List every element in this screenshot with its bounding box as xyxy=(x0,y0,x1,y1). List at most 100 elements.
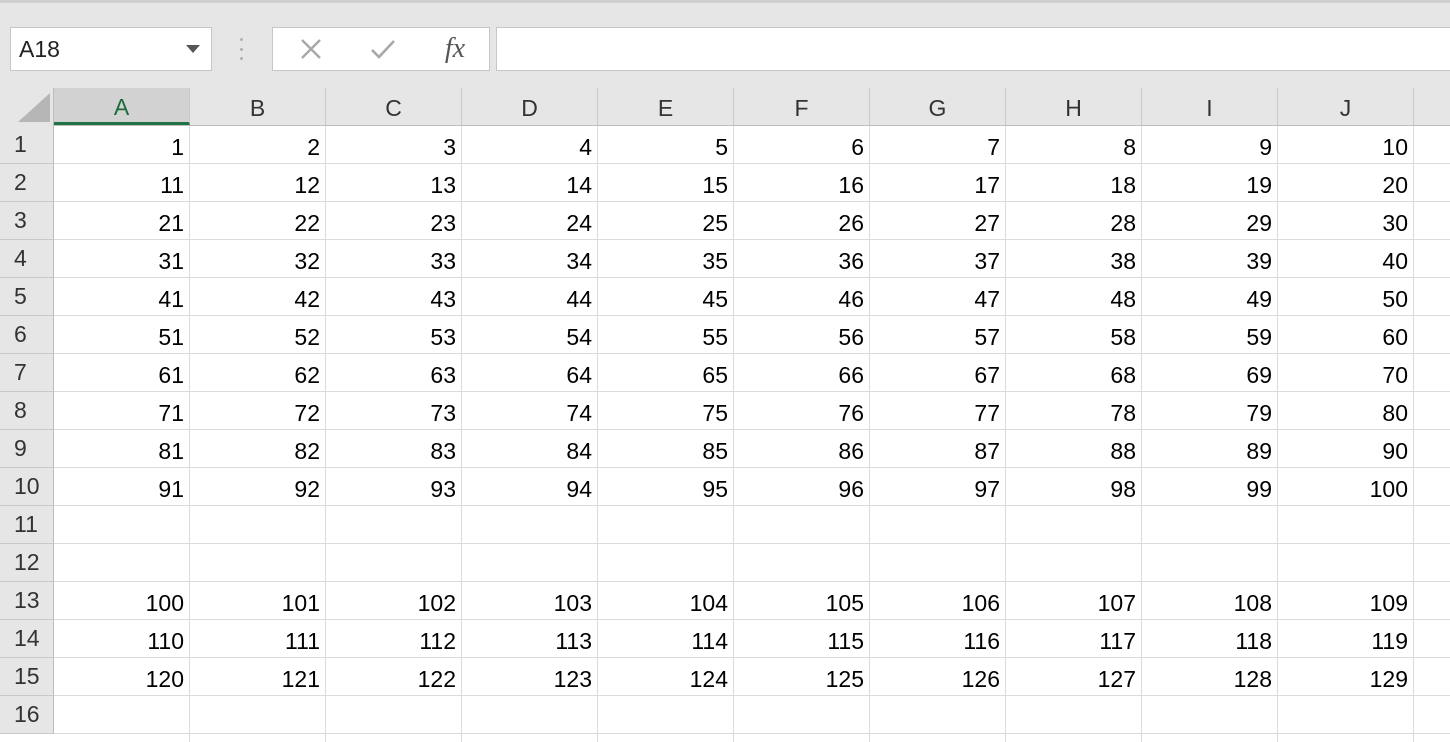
column-header-a[interactable]: A xyxy=(54,88,190,125)
row-header-9[interactable]: 9 xyxy=(0,430,54,468)
cell-a12[interactable] xyxy=(54,544,190,582)
cell-a9[interactable]: 81 xyxy=(54,430,190,468)
cell-a8[interactable]: 71 xyxy=(54,392,190,430)
column-header-c[interactable]: C xyxy=(326,88,462,125)
cell-b1[interactable]: 2 xyxy=(190,126,326,164)
cell-f12[interactable] xyxy=(734,544,870,582)
x-icon[interactable] xyxy=(291,28,331,70)
cell-h13[interactable]: 107 xyxy=(1006,582,1142,620)
cell-d9[interactable]: 84 xyxy=(462,430,598,468)
cell-j1[interactable]: 10 xyxy=(1278,126,1414,164)
row-header-11[interactable]: 11 xyxy=(0,506,54,544)
cell-d16[interactable] xyxy=(462,696,598,734)
cell-a10[interactable]: 91 xyxy=(54,468,190,506)
cell-f8[interactable]: 76 xyxy=(734,392,870,430)
row-header-5[interactable]: 5 xyxy=(0,278,54,316)
cell-h15[interactable]: 127 xyxy=(1006,658,1142,696)
cell-j9[interactable]: 90 xyxy=(1278,430,1414,468)
row-header-12[interactable]: 12 xyxy=(0,544,54,582)
cell-d14[interactable]: 113 xyxy=(462,620,598,658)
cell-a2[interactable]: 11 xyxy=(54,164,190,202)
name-box-value[interactable]: A18 xyxy=(11,36,175,63)
cell-j5[interactable]: 50 xyxy=(1278,278,1414,316)
cell-j16[interactable] xyxy=(1278,696,1414,734)
cell-h1[interactable]: 8 xyxy=(1006,126,1142,164)
cell-g6[interactable]: 57 xyxy=(870,316,1006,354)
row-header-3[interactable]: 3 xyxy=(0,202,54,240)
cell-j8[interactable]: 80 xyxy=(1278,392,1414,430)
cell-a4[interactable]: 31 xyxy=(54,240,190,278)
cell-b3[interactable]: 22 xyxy=(190,202,326,240)
cell-c10[interactable]: 93 xyxy=(326,468,462,506)
cell-g1[interactable]: 7 xyxy=(870,126,1006,164)
cell-g12[interactable] xyxy=(870,544,1006,582)
cell-h8[interactable]: 78 xyxy=(1006,392,1142,430)
cell-f7[interactable]: 66 xyxy=(734,354,870,392)
cell-h10[interactable]: 98 xyxy=(1006,468,1142,506)
cell-a6[interactable]: 51 xyxy=(54,316,190,354)
cell-g15[interactable]: 126 xyxy=(870,658,1006,696)
cell-j12[interactable] xyxy=(1278,544,1414,582)
cell-f10[interactable]: 96 xyxy=(734,468,870,506)
cell-j15[interactable]: 129 xyxy=(1278,658,1414,696)
cell-d7[interactable]: 64 xyxy=(462,354,598,392)
check-icon[interactable] xyxy=(363,28,403,70)
cell-e12[interactable] xyxy=(598,544,734,582)
cell-b14[interactable]: 111 xyxy=(190,620,326,658)
cell-j10[interactable]: 100 xyxy=(1278,468,1414,506)
cell-d1[interactable]: 4 xyxy=(462,126,598,164)
cell-b12[interactable] xyxy=(190,544,326,582)
cell-b11[interactable] xyxy=(190,506,326,544)
cell-h12[interactable] xyxy=(1006,544,1142,582)
cell-e10[interactable]: 95 xyxy=(598,468,734,506)
cell-j11[interactable] xyxy=(1278,506,1414,544)
cell-e3[interactable]: 25 xyxy=(598,202,734,240)
cell-f1[interactable]: 6 xyxy=(734,126,870,164)
cell-g11[interactable] xyxy=(870,506,1006,544)
column-header-j[interactable]: J xyxy=(1278,88,1414,125)
cell-j3[interactable]: 30 xyxy=(1278,202,1414,240)
cell-i14[interactable]: 118 xyxy=(1142,620,1278,658)
cell-c1[interactable]: 3 xyxy=(326,126,462,164)
cell-b13[interactable]: 101 xyxy=(190,582,326,620)
cell-e2[interactable]: 15 xyxy=(598,164,734,202)
cell-f11[interactable] xyxy=(734,506,870,544)
cell-g10[interactable]: 97 xyxy=(870,468,1006,506)
cell-f2[interactable]: 16 xyxy=(734,164,870,202)
cell-b10[interactable]: 92 xyxy=(190,468,326,506)
cell-h5[interactable]: 48 xyxy=(1006,278,1142,316)
cell-c13[interactable]: 102 xyxy=(326,582,462,620)
cell-i3[interactable]: 29 xyxy=(1142,202,1278,240)
cell-d11[interactable] xyxy=(462,506,598,544)
cell-g2[interactable]: 17 xyxy=(870,164,1006,202)
cell-h6[interactable]: 58 xyxy=(1006,316,1142,354)
row-header-10[interactable]: 10 xyxy=(0,468,54,506)
cell-b5[interactable]: 42 xyxy=(190,278,326,316)
cell-i7[interactable]: 69 xyxy=(1142,354,1278,392)
row-header-1[interactable]: 1 xyxy=(0,126,54,164)
cell-d2[interactable]: 14 xyxy=(462,164,598,202)
cell-c6[interactable]: 53 xyxy=(326,316,462,354)
cell-h3[interactable]: 28 xyxy=(1006,202,1142,240)
row-header-13[interactable]: 13 xyxy=(0,582,54,620)
column-header-d[interactable]: D xyxy=(462,88,598,125)
cell-d3[interactable]: 24 xyxy=(462,202,598,240)
cell-b4[interactable]: 32 xyxy=(190,240,326,278)
cell-i2[interactable]: 19 xyxy=(1142,164,1278,202)
cell-b6[interactable]: 52 xyxy=(190,316,326,354)
cell-j4[interactable]: 40 xyxy=(1278,240,1414,278)
column-header-i[interactable]: I xyxy=(1142,88,1278,125)
cell-c15[interactable]: 122 xyxy=(326,658,462,696)
cell-g9[interactable]: 87 xyxy=(870,430,1006,468)
cell-e14[interactable]: 114 xyxy=(598,620,734,658)
cell-c9[interactable]: 83 xyxy=(326,430,462,468)
cell-i11[interactable] xyxy=(1142,506,1278,544)
cell-g8[interactable]: 77 xyxy=(870,392,1006,430)
cell-d12[interactable] xyxy=(462,544,598,582)
cell-i10[interactable]: 99 xyxy=(1142,468,1278,506)
cell-e13[interactable]: 104 xyxy=(598,582,734,620)
cell-b8[interactable]: 72 xyxy=(190,392,326,430)
cell-f15[interactable]: 125 xyxy=(734,658,870,696)
cell-f5[interactable]: 46 xyxy=(734,278,870,316)
cell-e5[interactable]: 45 xyxy=(598,278,734,316)
